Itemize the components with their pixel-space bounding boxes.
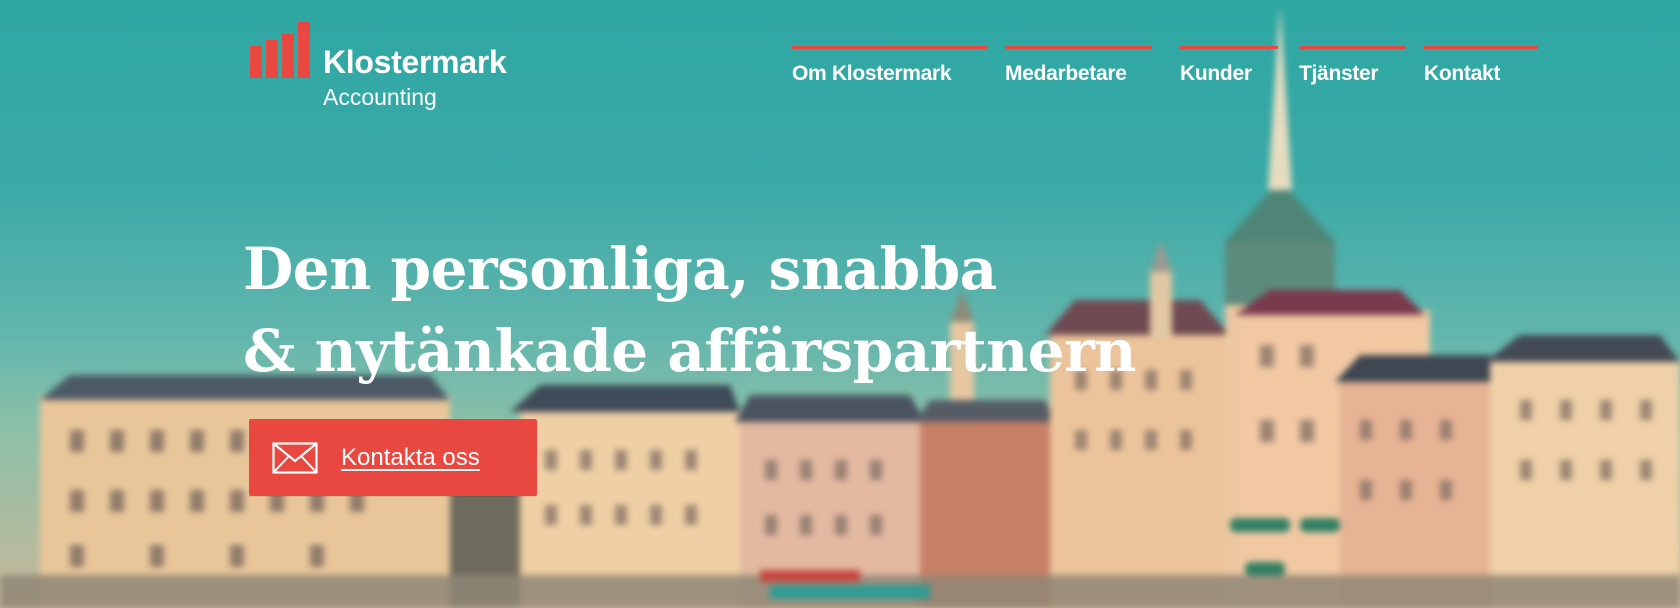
hero-headline-line-2: & nytänkade affärspartnern: [243, 317, 1136, 385]
nav-item-medarbetare[interactable]: Medarbetare: [1005, 46, 1152, 86]
nav-item-kontakt[interactable]: Kontakt: [1424, 46, 1538, 86]
nav-item-label: Tjänster: [1299, 62, 1379, 85]
nav-item-om-klostermark[interactable]: Om Klostermark: [792, 46, 987, 86]
nav-item-label: Kunder: [1180, 62, 1252, 85]
hero-headline: Den personliga, snabba & nytänkade affär…: [243, 228, 1243, 392]
contact-us-button[interactable]: Kontakta oss: [249, 419, 537, 496]
nav-item-tjanster[interactable]: Tjänster: [1299, 46, 1406, 86]
nav-item-label: Om Klostermark: [792, 62, 952, 85]
brand-logo[interactable]: Klostermark Accounting: [250, 20, 510, 110]
bar-chart-logo-icon: [250, 22, 310, 78]
brand-name: Klostermark: [323, 44, 507, 80]
contact-us-button-label: Kontakta oss: [341, 443, 480, 471]
nav-item-label: Kontakt: [1424, 62, 1501, 85]
nav-item-label: Medarbetare: [1005, 62, 1127, 85]
envelope-icon: [272, 441, 318, 474]
nav-item-kunder[interactable]: Kunder: [1180, 46, 1278, 86]
hero-headline-line-1: Den personliga, snabba: [243, 235, 997, 303]
brand-subtitle: Accounting: [323, 84, 437, 110]
